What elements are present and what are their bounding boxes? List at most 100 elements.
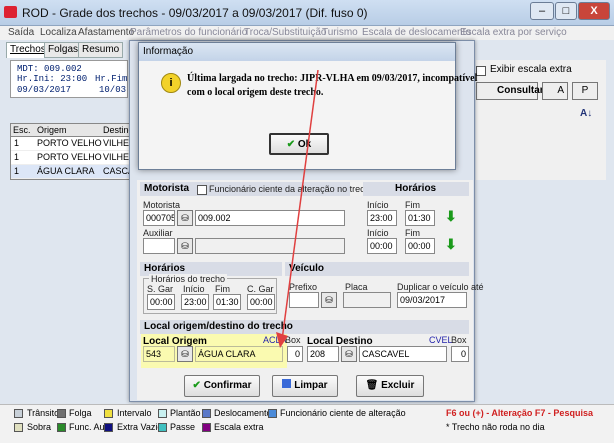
cell-esc: 1 xyxy=(14,138,20,148)
fim-h-field[interactable]: 01:30 xyxy=(213,294,241,310)
horarios-top-title: Horários xyxy=(395,183,437,194)
legend-label: Extra Vazio xyxy=(117,422,163,432)
duplicar-date-field[interactable]: 09/03/2017 xyxy=(397,292,467,308)
trip-info-panel: MDT: 009.002 Hr.Ini: 23:00 Hr.Fim 09/03/… xyxy=(10,60,128,98)
legend-swatch xyxy=(104,423,113,432)
cell-origem: PORTO VELHO xyxy=(37,138,102,148)
horarios-title: Horários xyxy=(144,263,186,274)
app-icon xyxy=(4,6,17,18)
motorista-code-field[interactable]: 000705 xyxy=(143,210,175,226)
legend-label: Trânsito xyxy=(27,408,60,418)
table-row[interactable]: 1 ÁGUA CLARA CASCAV xyxy=(11,165,139,179)
binoculars-icon[interactable]: ⛁ xyxy=(177,346,193,362)
legend-swatch xyxy=(14,409,23,418)
cell-origem: PORTO VELHO xyxy=(37,152,102,162)
legend-label: Folga xyxy=(69,408,92,418)
filter-a-button[interactable]: A xyxy=(542,82,568,100)
menu-saida[interactable]: Saída xyxy=(8,27,34,38)
shortcut-hint: F6 ou (+) - Alteração F7 - Pesquisa xyxy=(446,408,593,418)
legend-swatch xyxy=(158,423,167,432)
legend-swatch xyxy=(14,423,23,432)
menu-troca[interactable]: Troca/Substituição xyxy=(244,27,326,38)
filter-p-button[interactable]: P xyxy=(572,82,598,100)
hr-ini-text: Hr.Ini: 23:00 xyxy=(17,74,88,84)
inicio-h-field[interactable]: 23:00 xyxy=(181,294,209,310)
menu-parametros[interactable]: Parâmetros do funcionário xyxy=(130,27,247,38)
binoculars-icon[interactable]: ⛁ xyxy=(341,346,357,362)
excluir-label: Excluir xyxy=(381,380,415,391)
menu-afastamento[interactable]: Afastamento xyxy=(78,27,134,38)
message-title: Informação xyxy=(139,43,455,61)
down-arrow-icon[interactable]: ⬇ xyxy=(445,208,457,225)
legend-label: Plantão xyxy=(170,408,201,418)
mdt-text: MDT: 009.002 xyxy=(17,64,82,74)
limpar-button[interactable]: Limpar xyxy=(272,375,338,397)
legend-label: Intervalo xyxy=(117,408,152,418)
eraser-icon xyxy=(282,379,292,388)
exibir-label: Exibir escala extra xyxy=(490,64,572,75)
legend-note: * Trecho não roda no dia xyxy=(446,422,545,432)
minimize-button[interactable]: – xyxy=(530,2,554,20)
inicio1-field[interactable]: 23:00 xyxy=(367,210,397,226)
consultar-button[interactable]: Consultar xyxy=(476,82,544,100)
legend-swatch xyxy=(104,409,113,418)
tab-folgas[interactable]: Folgas xyxy=(44,42,83,58)
maximize-button[interactable]: □ xyxy=(555,2,577,20)
col-esc[interactable]: Esc. xyxy=(13,125,31,135)
binoculars-icon[interactable]: ⛁ xyxy=(177,238,193,254)
legend-swatch xyxy=(158,409,167,418)
sgar-field[interactable]: 00:00 xyxy=(147,294,175,310)
message-text-line1: Última largada no trecho: JIPR-VLHA em 0… xyxy=(187,73,478,84)
auxiliar-code-field[interactable] xyxy=(143,238,175,254)
col-origem[interactable]: Origem xyxy=(37,125,67,135)
horarios-group-label: Horários do trecho xyxy=(149,274,228,284)
fim2-label: Fim xyxy=(405,228,420,238)
fim-label: Fim xyxy=(405,200,420,210)
menu-localiza[interactable]: Localiza xyxy=(40,27,77,38)
inicio2-label: Início xyxy=(367,228,389,238)
close-button[interactable]: X xyxy=(578,2,610,20)
check-icon: ✔ xyxy=(192,380,201,391)
fim2-field[interactable]: 00:00 xyxy=(405,238,435,254)
cell-esc: 1 xyxy=(14,166,20,176)
trips-table: Esc. Origem Destino 1 PORTO VELHO VILHEN… xyxy=(10,123,139,180)
legend-label: Sobra xyxy=(27,422,52,432)
menu-escala-extra[interactable]: Escala extra por serviço xyxy=(460,27,567,38)
info-icon: i xyxy=(161,73,181,93)
motorista-title: Motorista xyxy=(144,183,189,194)
sgar-label: S. Gar xyxy=(147,284,174,294)
fim-h-label: Fim xyxy=(215,284,230,294)
limpar-label: Limpar xyxy=(294,380,328,391)
confirmar-button[interactable]: ✔ Confirmar xyxy=(184,375,260,397)
legend-swatch xyxy=(268,409,277,418)
ciente-checkbox[interactable] xyxy=(197,185,207,195)
legend-label: Deslocamento xyxy=(214,408,272,418)
destino-box-field[interactable]: 0 xyxy=(451,346,469,362)
destino-name-field[interactable]: CASCAVEL xyxy=(359,346,447,362)
binoculars-icon[interactable]: ⛁ xyxy=(177,210,193,226)
table-row[interactable]: 1 PORTO VELHO VILHEN xyxy=(11,137,136,151)
inicio2-field[interactable]: 00:00 xyxy=(367,238,397,254)
table-row[interactable]: 1 PORTO VELHO VILHEN xyxy=(11,151,136,165)
date-end-text: 10/03 xyxy=(99,85,127,95)
legend-label: Passe xyxy=(170,422,196,432)
origem-code-field[interactable]: 543 xyxy=(143,346,175,362)
menu-turismo[interactable]: Turismo xyxy=(322,27,358,38)
window-title: ROD - Grade dos trechos - 09/03/2017 a 0… xyxy=(22,6,368,20)
excluir-button[interactable]: 🗑 Excluir xyxy=(356,375,424,397)
trash-icon: 🗑 xyxy=(365,380,379,391)
menu-escala-deslocamento[interactable]: Escala de deslocamento xyxy=(362,27,471,38)
tab-resumo[interactable]: Resumo xyxy=(78,42,124,58)
inicio-h-label: Início xyxy=(183,284,205,294)
date-start-text: 09/03/2017 xyxy=(17,85,72,95)
exibir-checkbox[interactable] xyxy=(476,66,486,76)
legend-swatch xyxy=(202,423,211,432)
az-sort-icon[interactable]: A↓ xyxy=(580,108,592,119)
auxiliar-label: Auxiliar xyxy=(143,228,173,238)
consultar-label: Consultar xyxy=(497,85,544,96)
down-arrow-icon[interactable]: ⬇ xyxy=(445,236,457,253)
fim1-field[interactable]: 01:30 xyxy=(405,210,435,226)
table-header: Esc. Origem Destino xyxy=(11,124,134,137)
placa-field[interactable] xyxy=(343,292,391,308)
legend-label: Funcionário ciente de alteração xyxy=(280,408,406,418)
